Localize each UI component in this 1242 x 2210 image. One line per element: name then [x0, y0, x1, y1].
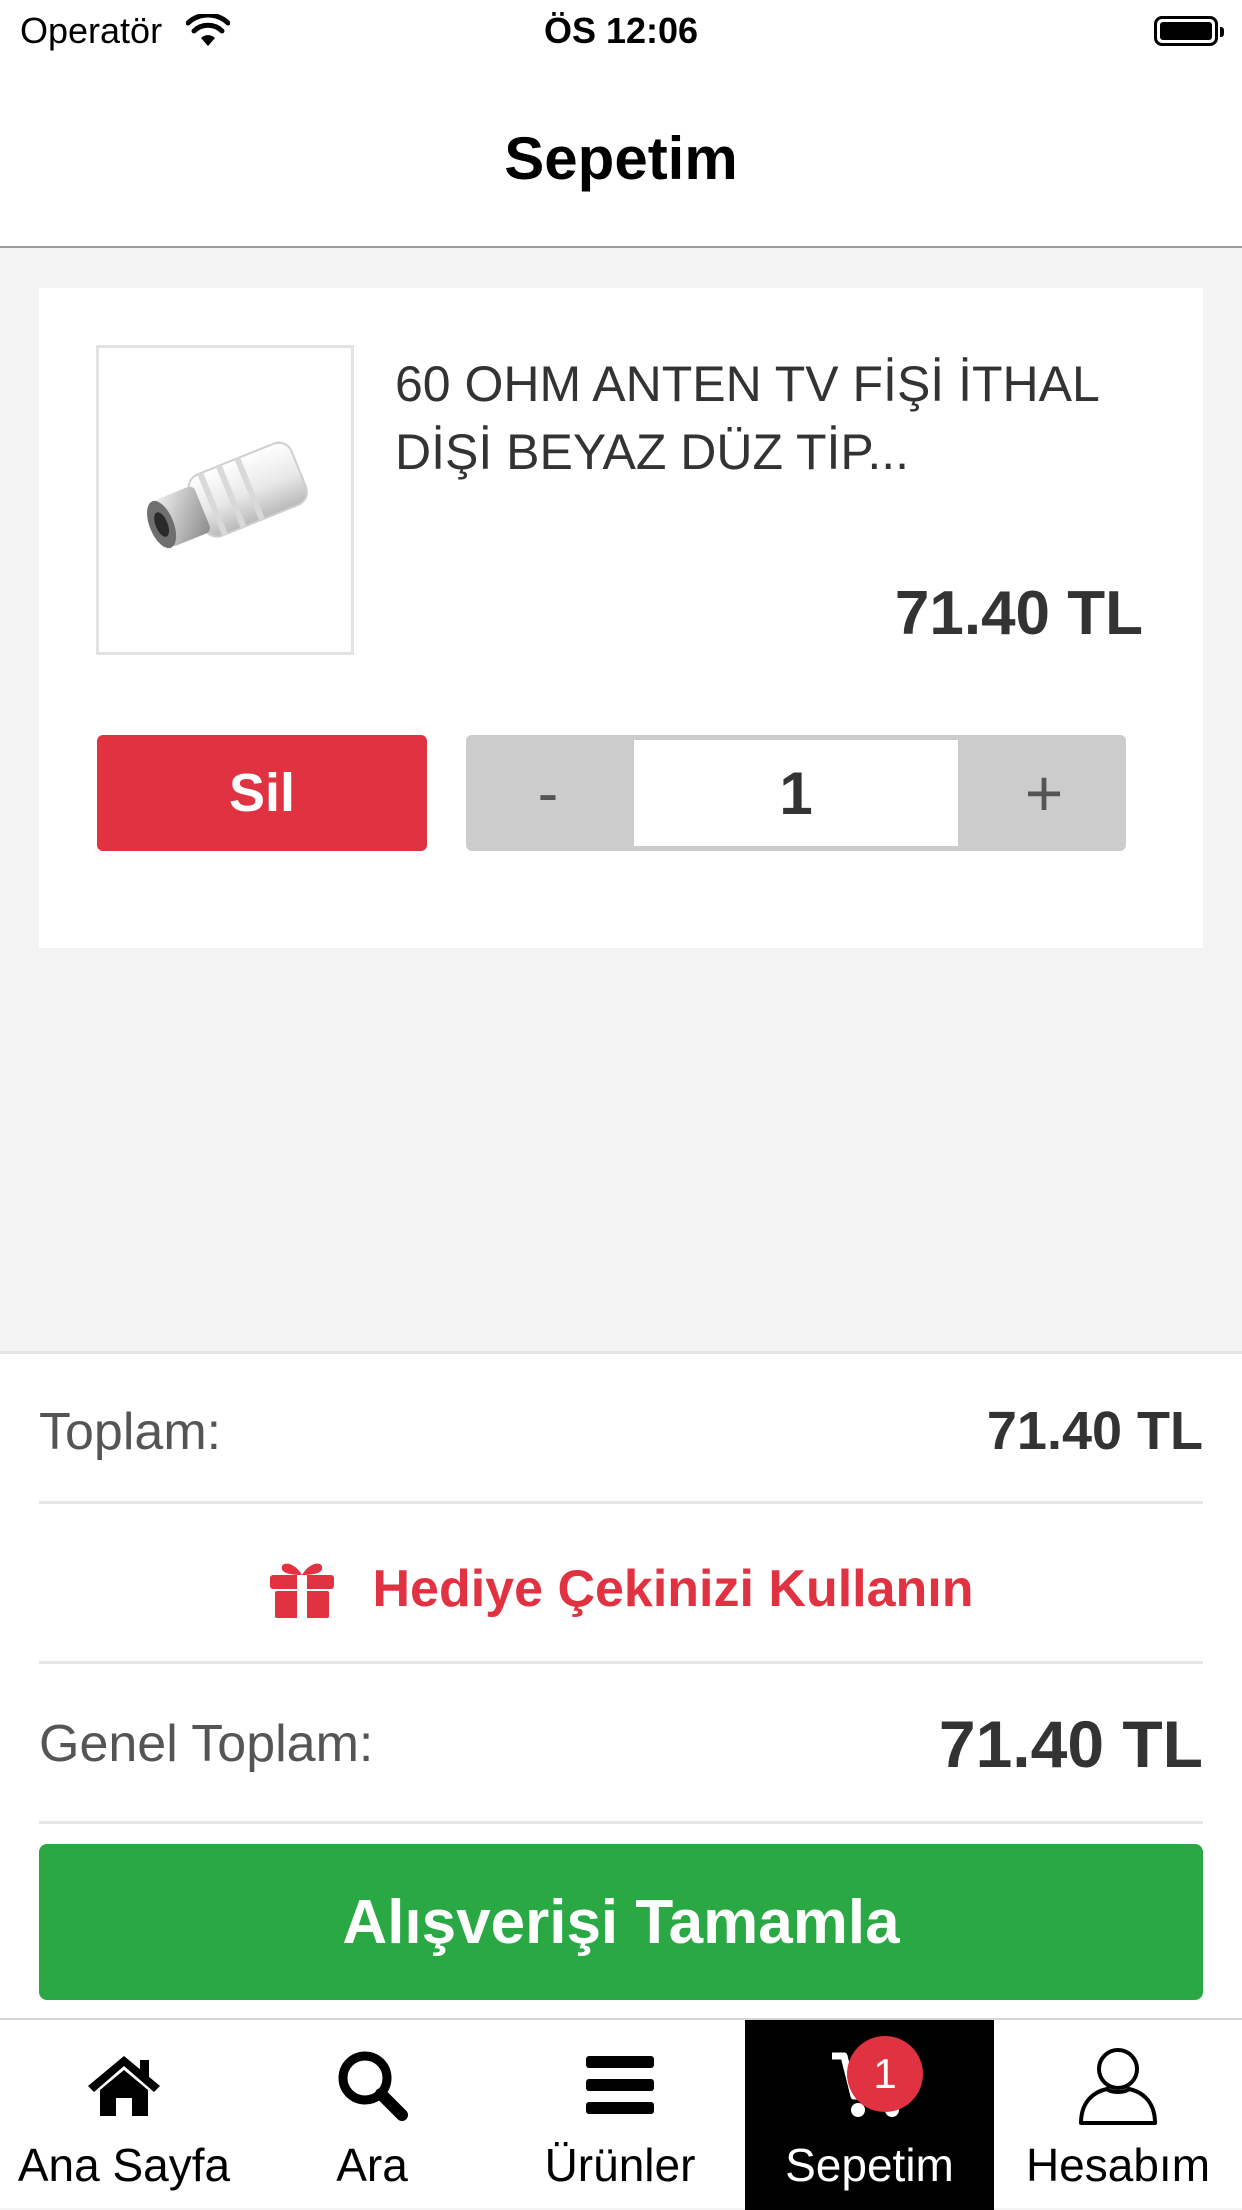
quantity-stepper: - 1 + [466, 735, 1126, 851]
status-time: ÖS 12:06 [543, 10, 699, 51]
tab-products[interactable]: Ürünler [496, 2020, 744, 2210]
menu-icon [586, 2056, 654, 2114]
checkout-button[interactable]: Alışverişi Tamamla [39, 1844, 1203, 2000]
subtotal-value: 71.40 TL [986, 1401, 1203, 1461]
tab-account-label: Hesabım [1025, 2139, 1211, 2191]
tab-search[interactable]: Ara [248, 2020, 496, 2210]
total-value: 71.40 TL [938, 1707, 1203, 1781]
product-name[interactable]: 60 OHM ANTEN TV FİŞİ İTHAL DİŞİ BEYAZ DÜ… [395, 350, 1155, 486]
tab-products-label: Ürünler [544, 2139, 696, 2191]
battery-icon [1154, 16, 1224, 46]
search-icon [338, 2051, 408, 2121]
tab-bar: Ana Sayfa Ara Ürünler Sepetim Hesabım [0, 2018, 1242, 2210]
tab-home[interactable]: Ana Sayfa [0, 2020, 248, 2210]
product-image[interactable] [96, 345, 354, 655]
tab-cart-label: Sepetim [785, 2139, 954, 2191]
total-label: Genel Toplam: [39, 1715, 374, 1773]
delete-button[interactable]: Sil [97, 735, 427, 851]
tab-account[interactable]: Hesabım [994, 2020, 1242, 2210]
cart-item-card: 60 OHM ANTEN TV FİŞİ İTHAL DİŞİ BEYAZ DÜ… [39, 288, 1203, 948]
order-summary: Toplam: 71.40 TL Hediye Çekinizi Kullanı… [0, 1351, 1242, 2019]
tab-home-label: Ana Sayfa [17, 2139, 231, 2191]
gift-voucher-label: Hediye Çekinizi Kullanın [372, 1560, 974, 1618]
user-icon [1079, 2048, 1157, 2125]
quantity-value[interactable]: 1 [634, 740, 958, 846]
decrease-quantity-button[interactable]: - [466, 735, 630, 851]
product-price: 71.40 TL [894, 579, 1143, 648]
gift-icon [270, 1563, 335, 1619]
antenna-plug-image [147, 441, 308, 549]
divider [39, 1821, 1203, 1824]
gift-voucher-button[interactable]: Hediye Çekinizi Kullanın [0, 1539, 1242, 1639]
home-icon [88, 2056, 160, 2116]
top-bar: Operatör ÖS 12:06 Sepetim [0, 0, 1242, 248]
cart-count-badge: 1 [847, 2036, 923, 2112]
divider [39, 1661, 1203, 1664]
tab-search-label: Ara [336, 2139, 408, 2191]
increase-quantity-button[interactable]: + [962, 735, 1126, 851]
page-title: Sepetim [504, 125, 738, 192]
divider [39, 1501, 1203, 1504]
subtotal-label: Toplam: [39, 1403, 222, 1461]
